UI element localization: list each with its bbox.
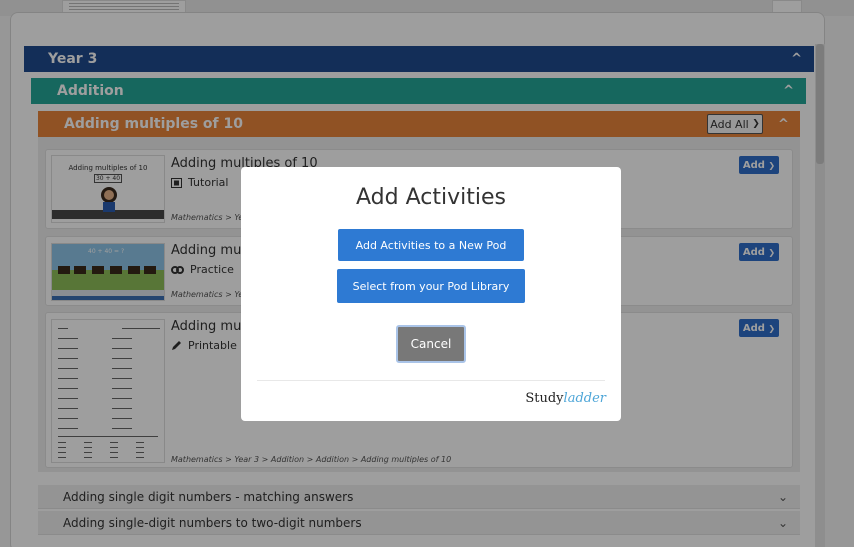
add-activities-modal: Add Activities Add Activities to a New P… xyxy=(241,167,621,421)
add-to-new-pod-button[interactable]: Add Activities to a New Pod xyxy=(338,229,524,261)
logo-ladder: ladder xyxy=(563,391,606,406)
cancel-button[interactable]: Cancel xyxy=(396,325,466,363)
modal-divider xyxy=(257,380,605,381)
select-from-pod-library-button[interactable]: Select from your Pod Library xyxy=(337,269,525,303)
modal-title: Add Activities xyxy=(356,185,506,210)
logo-study: Study xyxy=(525,391,564,406)
studyladder-logo: Studyladder xyxy=(525,391,606,406)
